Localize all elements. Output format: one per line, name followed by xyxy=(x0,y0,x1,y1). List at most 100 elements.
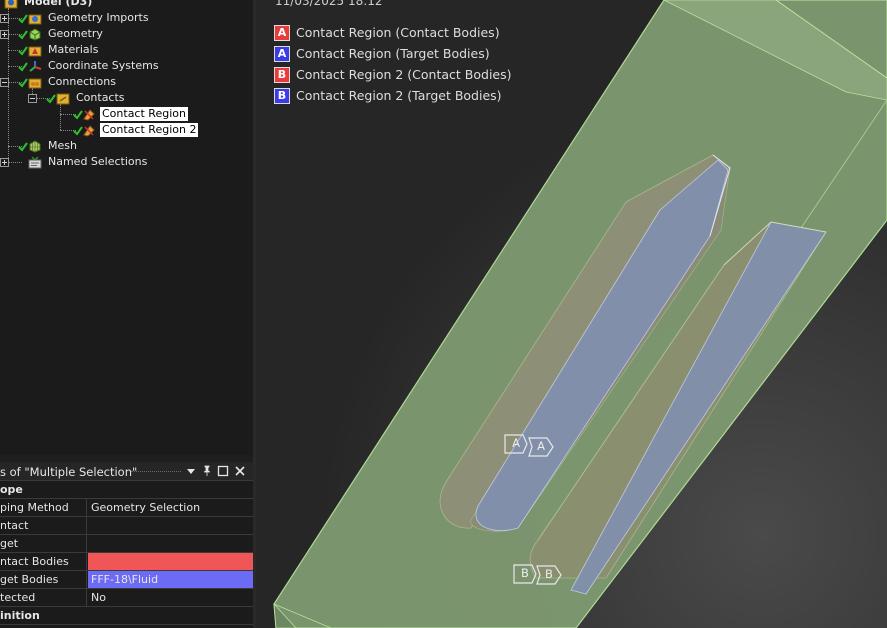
tree-item-label: Geometry xyxy=(48,27,103,40)
status-check-icon xyxy=(18,46,28,56)
header-grip xyxy=(131,471,181,472)
legend-label: Contact Region 2 (Target Bodies) xyxy=(296,88,502,103)
expand-toggle[interactable] xyxy=(0,14,9,23)
tree-item-materials[interactable]: Materials xyxy=(28,42,100,58)
contact-region-icon xyxy=(82,124,96,137)
legend-label: Contact Region (Contact Bodies) xyxy=(296,25,500,40)
close-icon[interactable] xyxy=(234,465,246,477)
details-row-key: ntact Bodies xyxy=(0,553,87,570)
connections-icon xyxy=(28,76,42,89)
tag-label: B xyxy=(545,567,553,581)
mesh-icon xyxy=(28,139,42,153)
details-row[interactable]: tected No xyxy=(0,589,253,607)
tree-item-label: Mesh xyxy=(48,139,77,152)
details-row[interactable]: ping Method Geometry Selection xyxy=(0,499,253,517)
tree-item-label: Named Selections xyxy=(48,155,148,168)
tree-root-label: Model (D3) xyxy=(24,0,93,8)
details-row-value[interactable]: No xyxy=(88,589,253,606)
materials-icon xyxy=(28,44,42,57)
geometry-icon xyxy=(28,27,42,41)
details-row-key: get xyxy=(0,535,87,552)
details-row-value[interactable]: FFF-18\Fluid xyxy=(88,571,253,588)
tree-item-label: Coordinate Systems xyxy=(48,59,159,72)
tree-item-label: Materials xyxy=(48,43,99,56)
graphics-viewport[interactable]: 11/03/2025 18:12 A Contact Region (Conta… xyxy=(256,0,887,628)
pin-icon[interactable] xyxy=(201,465,213,477)
details-group-header[interactable]: inition xyxy=(0,607,253,625)
status-check-icon xyxy=(18,78,28,88)
tree-connector xyxy=(60,104,61,130)
details-row[interactable]: get xyxy=(0,535,253,553)
tree-connector xyxy=(8,162,22,163)
contact-region-icon xyxy=(82,108,96,121)
tree-item-label: Contacts xyxy=(76,91,125,104)
details-row-value[interactable]: Geometry Selection xyxy=(88,499,253,516)
tree-item-geometry-imports[interactable]: Geometry Imports xyxy=(28,10,151,26)
geometry-imports-icon xyxy=(28,12,42,25)
status-check-icon xyxy=(18,142,28,152)
annotation-tag-b-target[interactable]: B xyxy=(536,565,562,585)
coordinate-systems-icon xyxy=(28,60,42,73)
collapse-toggle[interactable] xyxy=(28,94,37,103)
annotation-tag-b-contact[interactable]: B xyxy=(513,564,537,584)
details-group-header[interactable]: ope xyxy=(0,481,253,499)
details-panel: s of "Multiple Selection" ope ping Method… xyxy=(0,462,253,628)
collapse-toggle[interactable] xyxy=(0,78,9,87)
tree-item-contact-region-2[interactable]: Contact Region 2 xyxy=(82,122,199,138)
details-row-key: get Bodies xyxy=(0,571,87,588)
details-row-key: inition xyxy=(0,609,40,622)
tree-item-label: Contact Region 2 xyxy=(100,123,199,137)
details-row[interactable]: ntact Bodies xyxy=(0,553,253,571)
details-row[interactable]: get Bodies FFF-18\Fluid xyxy=(0,571,253,589)
expand-toggle[interactable] xyxy=(0,158,9,167)
details-row-key: ping Method xyxy=(0,499,87,516)
named-selections-icon xyxy=(28,155,42,169)
outline-tree[interactable]: Model (D3) Geometry Imports Geometry Mat… xyxy=(0,0,253,455)
legend-label: Contact Region 2 (Contact Bodies) xyxy=(296,67,512,82)
expand-toggle[interactable] xyxy=(0,30,9,39)
annotation-tag-a-target[interactable]: A xyxy=(528,437,554,457)
status-check-icon xyxy=(18,62,28,72)
legend-entry-a-contact: A Contact Region (Contact Bodies) xyxy=(274,24,500,41)
legend-badge: A xyxy=(274,24,290,41)
status-check-icon xyxy=(46,94,56,104)
contacts-folder-icon xyxy=(56,92,70,105)
details-row-key: ope xyxy=(0,483,23,496)
viewport-timestamp: 11/03/2025 18:12 xyxy=(275,0,383,8)
tree-item-connections[interactable]: Connections xyxy=(28,74,118,90)
tree-item-mesh[interactable]: Mesh xyxy=(28,138,79,154)
maximize-icon[interactable] xyxy=(217,465,229,477)
details-row[interactable]: ntact xyxy=(0,517,253,535)
annotation-tag-a-contact[interactable]: A xyxy=(504,434,528,454)
details-title: s of "Multiple Selection" xyxy=(0,465,138,479)
tree-item-coordinate-systems[interactable]: Coordinate Systems xyxy=(28,58,161,74)
status-check-icon xyxy=(18,14,28,24)
tag-label: A xyxy=(512,436,520,450)
tag-label: B xyxy=(521,566,529,580)
tree-item-contact-region[interactable]: Contact Region xyxy=(82,106,188,122)
tree-item-label: Contact Region xyxy=(100,107,188,121)
details-row-key: tected xyxy=(0,589,87,606)
app-window: Model (D3) Geometry Imports Geometry Mat… xyxy=(0,0,887,628)
tree-item-contacts[interactable]: Contacts xyxy=(56,90,127,106)
legend-badge: B xyxy=(274,87,290,104)
details-row-key: ntact xyxy=(0,517,87,534)
panel-menu-chevron-icon[interactable] xyxy=(185,465,197,477)
tag-label: A xyxy=(537,439,545,453)
status-check-icon xyxy=(18,30,28,40)
details-row-value[interactable] xyxy=(88,535,253,552)
tree-item-geometry[interactable]: Geometry xyxy=(28,26,105,42)
tree-item-label: Geometry Imports xyxy=(48,11,149,24)
details-header: s of "Multiple Selection" xyxy=(0,462,253,481)
legend-label: Contact Region (Target Bodies) xyxy=(296,46,490,61)
legend-entry-a-target: A Contact Region (Target Bodies) xyxy=(274,45,490,62)
legend-badge: A xyxy=(274,45,290,62)
details-row-value[interactable] xyxy=(88,517,253,534)
tree-root-model[interactable]: Model (D3) xyxy=(4,0,94,10)
legend-badge: B xyxy=(274,66,290,83)
model-icon xyxy=(4,0,18,9)
tree-item-named-selections[interactable]: Named Selections xyxy=(28,154,149,170)
legend-entry-b-contact: B Contact Region 2 (Contact Bodies) xyxy=(274,66,512,83)
legend-entry-b-target: B Contact Region 2 (Target Bodies) xyxy=(274,87,502,104)
details-row-value[interactable] xyxy=(88,553,253,570)
